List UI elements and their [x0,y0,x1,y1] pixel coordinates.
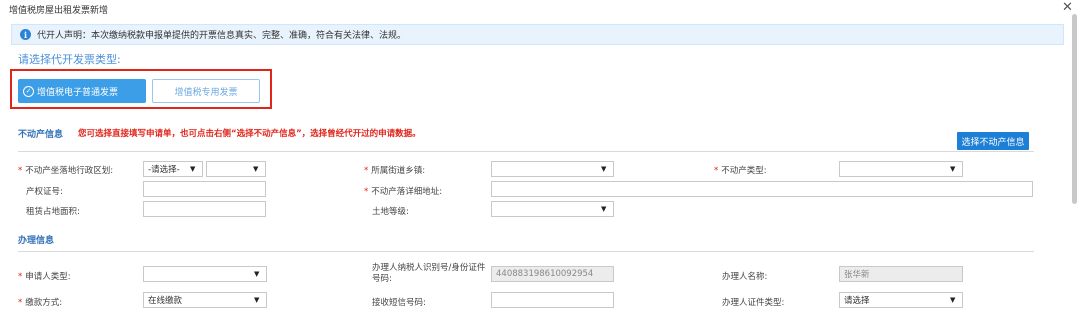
section-divider [18,251,1034,252]
chevron-down-icon: ▼ [601,165,607,173]
address-label: * 不动产落详细地址: [364,187,443,197]
taxpayer-id-label: 办理人纳税人识别号/身份证件号码: [372,263,486,284]
cert-input[interactable] [143,181,266,197]
taxpayer-id-input[interactable]: 440883198610092954 [491,266,614,282]
chevron-down-icon: ▼ [254,270,260,278]
handler-id-type-label: 办理人证件类型: [722,298,785,308]
handling-section-title: 办理信息 [18,236,55,246]
chevron-down-icon: ▼ [253,165,259,173]
payment-method-label: * 缴款方式: [18,298,63,308]
region-sub-select[interactable]: ▼ [206,161,266,177]
electronic-invoice-label: 增值税电子普通发票 [37,87,119,98]
section-divider [18,151,1034,152]
info-icon: i [20,29,31,40]
select-property-button[interactable]: 选择不动产信息 [957,132,1029,150]
land-grade-select[interactable]: ▼ [491,201,614,217]
applicant-type-label: * 申请人类型: [18,272,71,282]
payment-method-select[interactable]: 在线缴款 ▼ [143,292,267,308]
handler-name-label: 办理人名称: [722,272,768,282]
sms-label: 接收短信号码: [372,298,426,308]
chevron-down-icon: ▼ [950,296,956,304]
region-select[interactable]: -请选择- ▼ [143,161,203,177]
cert-label: 产权证号: [26,187,63,197]
street-select[interactable]: ▼ [491,161,614,177]
property-section-hint: 您可选择直接填写申请单，也可点击右侧“选择不动产信息”，选择曾经代开过的申请数据… [78,129,421,139]
scrollbar-thumb[interactable] [1072,14,1077,204]
street-label: * 所属街道乡镇: [364,166,426,176]
electronic-invoice-button[interactable]: ✓ 增值税电子普通发票 [18,79,146,103]
property-type-select[interactable]: ▼ [839,161,963,177]
close-icon[interactable]: ✕ [1062,0,1073,16]
special-invoice-button[interactable]: 增值税专用发票 [152,79,260,103]
land-grade-label: 土地等级: [372,207,409,217]
handler-id-type-select[interactable]: 请选择 ▼ [839,292,963,308]
applicant-type-select[interactable]: ▼ [143,266,267,282]
area-input[interactable] [143,201,266,217]
invoice-type-prompt: 请选择代开发票类型: [18,53,121,66]
address-input[interactable] [491,181,1033,197]
handler-name-input[interactable]: 张华新 [839,266,963,282]
dialog-title: 增值税房屋出租发票新增 [9,6,109,16]
property-section-title: 不动产信息 [18,130,64,140]
property-type-label: * 不动产类型: [714,166,767,176]
chevron-down-icon: ▼ [950,165,956,173]
region-label: * 不动产坐落地行政区划: [18,166,114,176]
declaration-notice: i 代开人声明：本次缴纳税款申报单提供的开票信息真实、完整、准确，符合有关法律、… [11,24,1064,45]
area-label: 租赁占地面积: [26,207,80,217]
chevron-down-icon: ▼ [254,296,260,304]
notice-text: 代开人声明：本次缴纳税款申报单提供的开票信息真实、完整、准确，符合有关法律、法规… [37,31,407,41]
sms-input[interactable] [491,292,614,308]
chevron-down-icon: ▼ [190,165,196,173]
chevron-down-icon: ▼ [601,205,607,213]
special-invoice-label: 增值税专用发票 [174,87,238,98]
check-circle-icon: ✓ [23,85,34,97]
